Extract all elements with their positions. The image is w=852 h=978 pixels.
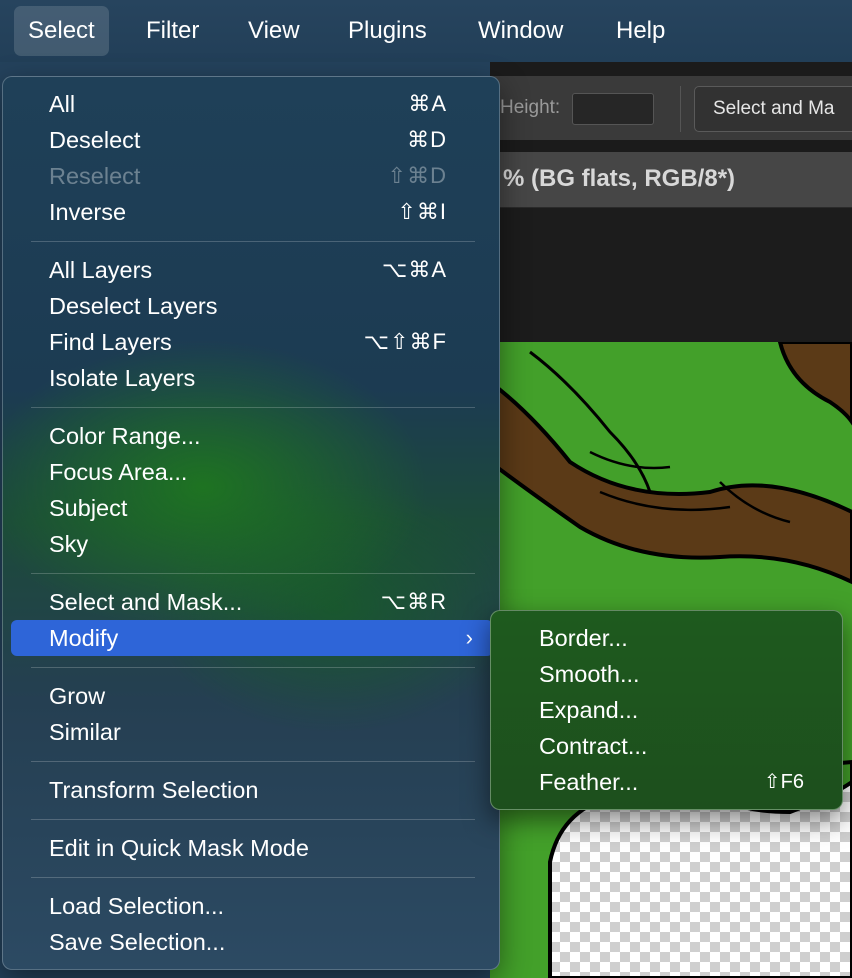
menu-item-find-layers[interactable]: Find Layers ⌥⇧⌘F — [11, 324, 493, 360]
app-menubar: Select Filter View Plugins Window Help — [0, 0, 852, 62]
menu-item-reselect: Reselect ⇧⌘D — [11, 158, 493, 194]
menu-item-quick-mask[interactable]: Edit in Quick Mask Mode — [11, 830, 493, 866]
menu-item-label: Reselect — [49, 163, 141, 189]
menu-item-save-selection[interactable]: Save Selection... — [11, 924, 493, 960]
menu-item-label: Feather... — [539, 769, 639, 795]
menu-item-shortcut: ⌘A — [408, 91, 447, 116]
menu-item-label: Similar — [49, 719, 121, 745]
menu-item-label: Save Selection... — [49, 929, 226, 955]
menu-item-label: All — [49, 91, 76, 117]
select-menu: All ⌘A Deselect ⌘D Reselect ⇧⌘D Inverse … — [2, 76, 500, 970]
menu-item-label: Transform Selection — [49, 777, 259, 803]
menu-item-label: Deselect Layers — [49, 293, 218, 319]
menu-item-transform-selection[interactable]: Transform Selection — [11, 772, 493, 808]
menu-item-label: Smooth... — [539, 661, 640, 687]
menu-item-select-and-mask[interactable]: Select and Mask... ⌥⌘R — [11, 584, 493, 620]
height-input[interactable] — [572, 93, 654, 125]
menu-item-label: Find Layers — [49, 329, 172, 355]
menu-item-shortcut: ⇧⌘D — [387, 163, 447, 188]
menu-item-label: Expand... — [539, 697, 639, 723]
menu-item-shortcut: ⇧F6 — [763, 771, 804, 793]
menu-item-label: Color Range... — [49, 423, 201, 449]
menu-separator — [31, 667, 475, 668]
menu-window[interactable]: Window — [464, 6, 577, 56]
menu-item-shortcut: ⌥⇧⌘F — [363, 329, 447, 354]
menu-item-shortcut: ⇧⌘I — [397, 199, 447, 224]
menu-item-label: Border... — [539, 625, 628, 651]
menu-separator — [31, 241, 475, 242]
menu-item-label: Load Selection... — [49, 893, 225, 919]
chevron-right-icon: › — [465, 625, 473, 650]
menu-item-deselect[interactable]: Deselect ⌘D — [11, 122, 493, 158]
submenu-item-contract[interactable]: Contract... — [491, 728, 844, 764]
menu-item-label: Grow — [49, 683, 106, 709]
menu-item-label: Sky — [49, 531, 89, 557]
menu-item-deselect-layers[interactable]: Deselect Layers — [11, 288, 493, 324]
height-label: Height: — [500, 97, 561, 118]
menu-item-label: Inverse — [49, 199, 127, 225]
menu-item-focus-area[interactable]: Focus Area... — [11, 454, 493, 490]
menu-item-label: All Layers — [49, 257, 153, 283]
menu-select[interactable]: Select — [14, 6, 109, 56]
menu-item-label: Contract... — [539, 733, 648, 759]
submenu-item-expand[interactable]: Expand... — [491, 692, 844, 728]
menu-item-label: Isolate Layers — [49, 365, 196, 391]
menu-item-inverse[interactable]: Inverse ⇧⌘I — [11, 194, 493, 230]
menu-item-label: Select and Mask... — [49, 589, 243, 615]
menu-view[interactable]: View — [234, 6, 314, 56]
menu-item-shortcut: ⌘D — [407, 127, 447, 152]
options-divider — [680, 86, 681, 132]
menu-item-grow[interactable]: Grow — [11, 678, 493, 714]
menu-separator — [31, 407, 475, 408]
submenu-item-feather[interactable]: Feather... ⇧F6 — [491, 764, 844, 800]
menu-plugins[interactable]: Plugins — [334, 6, 441, 56]
submenu-item-border[interactable]: Border... — [491, 620, 844, 656]
menu-separator — [31, 877, 475, 878]
canvas-pasteboard — [490, 208, 852, 342]
menu-item-shortcut: ⌥⌘A — [381, 257, 447, 282]
menu-item-label: Modify — [49, 625, 119, 651]
menu-item-subject[interactable]: Subject — [11, 490, 493, 526]
menu-separator — [31, 819, 475, 820]
menu-item-load-selection[interactable]: Load Selection... — [11, 888, 493, 924]
menu-filter[interactable]: Filter — [132, 6, 213, 56]
menu-item-similar[interactable]: Similar — [11, 714, 493, 750]
menu-item-shortcut: ⌥⌘R — [380, 589, 447, 614]
modify-submenu: Border... Smooth... Expand... Contract..… — [490, 610, 843, 810]
menu-item-modify[interactable]: Modify › — [11, 620, 493, 656]
document-tab-title: % (BG flats, RGB/8*) — [503, 165, 736, 192]
menu-item-label: Deselect — [49, 127, 141, 153]
menu-item-all-layers[interactable]: All Layers ⌥⌘A — [11, 252, 493, 288]
menu-help[interactable]: Help — [602, 6, 679, 56]
menu-item-isolate-layers[interactable]: Isolate Layers — [11, 360, 493, 396]
menu-item-label: Edit in Quick Mask Mode — [49, 835, 309, 861]
submenu-item-smooth[interactable]: Smooth... — [491, 656, 844, 692]
menu-item-all[interactable]: All ⌘A — [11, 86, 493, 122]
menu-item-label: Subject — [49, 495, 128, 521]
menu-separator — [31, 761, 475, 762]
menu-item-label: Focus Area... — [49, 459, 188, 485]
menu-item-sky[interactable]: Sky — [11, 526, 493, 562]
menu-item-color-range[interactable]: Color Range... — [11, 418, 493, 454]
select-and-mask-button[interactable]: Select and Ma — [694, 86, 852, 132]
menu-separator — [31, 573, 475, 574]
